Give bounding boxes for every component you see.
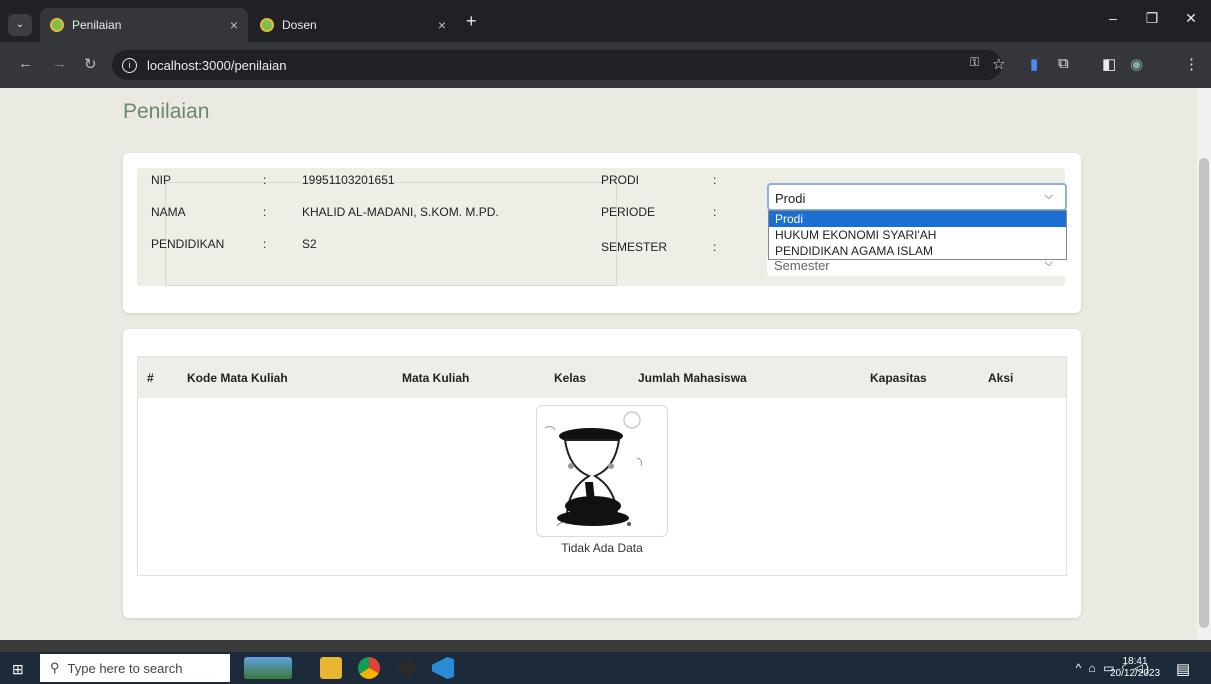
periode-sep: : [713,205,717,219]
semester-select-value: Semester [774,258,830,273]
tab-title: Dosen [282,18,317,32]
prodi-label: PRODI [601,173,640,187]
tab-close-icon[interactable]: × [230,17,238,33]
prodi-select-value: Prodi [775,191,806,206]
news-widget-icon[interactable] [244,657,292,679]
taskbar-clock[interactable]: 18:41 20/12/2023 [1110,656,1160,680]
prodi-dropdown-list: Prodi HUKUM EKONOMI SYARI'AH PENDIDIKAN … [768,210,1067,260]
new-tab-button[interactable]: + [466,11,477,32]
side-panel-icon[interactable]: ◧ [1102,55,1116,73]
column-header-kode: Kode Mata Kuliah [187,371,288,385]
tab-close-icon[interactable]: × [438,17,446,33]
extensions-puzzle-icon[interactable]: ⧉ [1058,55,1069,72]
chrome-icon[interactable] [358,657,380,679]
taskbar-search-placeholder: Type here to search [67,660,183,676]
tab-dosen[interactable]: Dosen × [250,8,456,42]
reload-icon[interactable]: ↻ [84,55,97,73]
column-header-aksi: Aksi [988,371,1014,385]
nama-sep: : [263,205,267,219]
column-header-number: # [147,371,154,385]
semester-sep: : [713,240,717,254]
search-icon: ⚲ [50,660,60,675]
nama-value: KHALID AL-MADANI, S.KOM. M.PD. [302,205,499,219]
address-bar[interactable]: i localhost:3000/penilaian [112,50,1002,80]
tab-penilaian[interactable]: Penilaian × [40,8,248,42]
empty-hourglass-illustration [536,405,668,537]
close-window-button[interactable]: ✕ [1176,10,1206,27]
bookmark-star-icon[interactable]: ☆ [992,55,1005,73]
lecturer-detail-box [165,182,617,286]
windows-start-icon[interactable]: ⊞ [12,661,24,678]
column-header-kelas: Kelas [554,371,587,385]
clock-date: 20/12/2023 [1110,668,1161,679]
nip-sep: : [263,173,267,187]
prodi-sep: : [713,173,717,187]
browser-tab-bar: ⌄ Penilaian × Dosen × + – ❐ ✕ [0,0,1211,42]
minimize-button[interactable]: – [1098,10,1128,26]
tab-title: Penilaian [72,18,122,32]
more-menu-icon[interactable]: ⋮ [1184,55,1199,73]
nip-label: NIP [151,173,172,187]
table-header: # Kode Mata Kuliah Mata Kuliah Kelas Jum… [138,357,1066,398]
url-text: localhost:3000/penilaian [147,57,287,73]
site-info-icon[interactable]: i [122,57,137,73]
nip-value: 19951103201651 [302,173,395,187]
vscode-icon[interactable] [432,657,454,679]
page-scrollbar[interactable] [1197,88,1211,640]
page-title: Penilaian [123,100,210,123]
taskbar-search[interactable]: ⚲ Type here to search [40,654,230,682]
notification-icon[interactable]: ▤ [1176,660,1190,678]
page-content: Penilaian NIP : 19951103201651 NAMA : KH… [0,88,1197,640]
windows-taskbar: ⊞ ⚲ Type here to search ^ ⌂ ▭ ◜ ◁) 18:41… [0,652,1211,684]
pendidikan-sep: : [263,237,267,251]
prodi-option-pendidikan-agama-islam[interactable]: PENDIDIKAN AGAMA ISLAM [769,243,1066,259]
info-panel: NIP : 19951103201651 NAMA : KHALID AL-MA… [137,168,1067,286]
tab-search-button[interactable]: ⌄ [8,14,32,36]
file-explorer-icon[interactable] [320,657,342,679]
pendidikan-label: PENDIDIKAN [151,237,225,251]
window-bottom-edge [0,640,1211,652]
chevron-down-icon: ⌵ [1044,190,1053,202]
lecturer-info-card: NIP : 19951103201651 NAMA : KHALID AL-MA… [123,153,1081,313]
back-arrow-icon[interactable]: ← [18,55,33,72]
app-icon[interactable] [396,657,418,679]
empty-state-text: Tidak Ada Data [561,541,643,555]
periode-label: PERIODE [601,205,656,219]
column-header-mata-kuliah: Mata Kuliah [402,371,470,385]
semester-label: SEMESTER [601,240,668,254]
clock-time: 18:41 [1122,656,1148,667]
prodi-option-prodi[interactable]: Prodi [769,211,1066,227]
extension-icon[interactable]: ▮ [1030,55,1038,73]
restore-button[interactable]: ❐ [1137,10,1167,27]
nama-label: NAMA [151,205,186,219]
forward-arrow-icon[interactable]: → [52,55,67,72]
grades-table-card: # Kode Mata Kuliah Mata Kuliah Kelas Jum… [123,329,1081,618]
password-key-icon[interactable]: ⚿ [970,55,979,70]
column-header-jumlah-mahasiswa: Jumlah Mahasiswa [638,371,747,385]
scrollbar-thumb[interactable] [1199,158,1209,628]
site-favicon-icon [50,18,64,32]
prodi-option-hukum-ekonomi-syariah[interactable]: HUKUM EKONOMI SYARI'AH [769,227,1066,243]
site-favicon-icon [260,18,274,32]
prodi-select[interactable]: Prodi ⌵ [767,183,1067,211]
pendidikan-value: S2 [302,237,317,251]
profile-avatar-icon[interactable]: ◉ [1130,55,1143,73]
grades-table: # Kode Mata Kuliah Mata Kuliah Kelas Jum… [137,356,1067,576]
column-header-kapasitas: Kapasitas [870,371,927,385]
browser-toolbar: ← → ↻ i localhost:3000/penilaian ⚿ ☆ ▮ ⧉… [0,42,1211,88]
